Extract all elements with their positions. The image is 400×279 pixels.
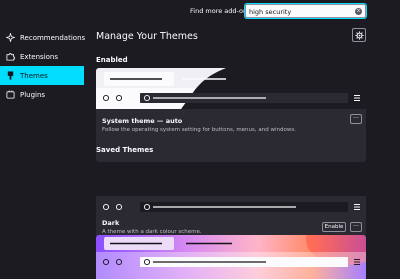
theme-preview <box>96 235 366 279</box>
theme-preview <box>96 68 366 109</box>
sidebar: Recommendations Extensions Themes Plugin… <box>0 28 86 104</box>
sidebar-item-label: Extensions <box>20 52 59 61</box>
more-options-button[interactable]: ··· <box>350 114 362 124</box>
theme-card-alpenglow[interactable] <box>96 235 366 279</box>
sidebar-item-themes[interactable]: Themes <box>0 66 84 85</box>
enabled-heading: Enabled <box>96 56 128 64</box>
sidebar-item-label: Themes <box>20 71 48 80</box>
search-input[interactable] <box>249 6 349 17</box>
sidebar-item-label: Plugins <box>20 90 46 99</box>
puzzle-icon <box>6 52 15 61</box>
more-options-button[interactable]: ··· <box>350 222 362 232</box>
clear-search-icon[interactable]: × <box>355 8 362 15</box>
page-title: Manage Your Themes <box>96 31 198 42</box>
enable-button[interactable]: Enable <box>322 222 346 232</box>
theme-name: Dark <box>102 219 120 227</box>
sidebar-item-recommendations[interactable]: Recommendations <box>0 28 86 47</box>
settings-button[interactable] <box>352 28 366 42</box>
sidebar-item-extensions[interactable]: Extensions <box>0 47 84 66</box>
top-bar: Find more add-ons × <box>0 0 400 22</box>
find-addons-label: Find more add-ons <box>190 7 251 15</box>
search-box[interactable]: × <box>244 3 367 19</box>
sidebar-item-label: Recommendations <box>20 33 86 42</box>
plugin-icon <box>6 90 15 99</box>
theme-description: Follow the operating system setting for … <box>102 127 296 133</box>
theme-preview <box>96 177 366 215</box>
brush-icon <box>6 71 15 80</box>
sparkle-icon <box>6 33 15 42</box>
saved-themes-heading: Saved Themes <box>96 146 154 154</box>
theme-card-dark[interactable]: Dark A theme with a dark colour scheme. … <box>96 177 366 243</box>
sidebar-item-plugins[interactable]: Plugins <box>0 85 84 104</box>
theme-name: System theme — auto <box>102 117 183 125</box>
gear-icon <box>354 30 364 40</box>
